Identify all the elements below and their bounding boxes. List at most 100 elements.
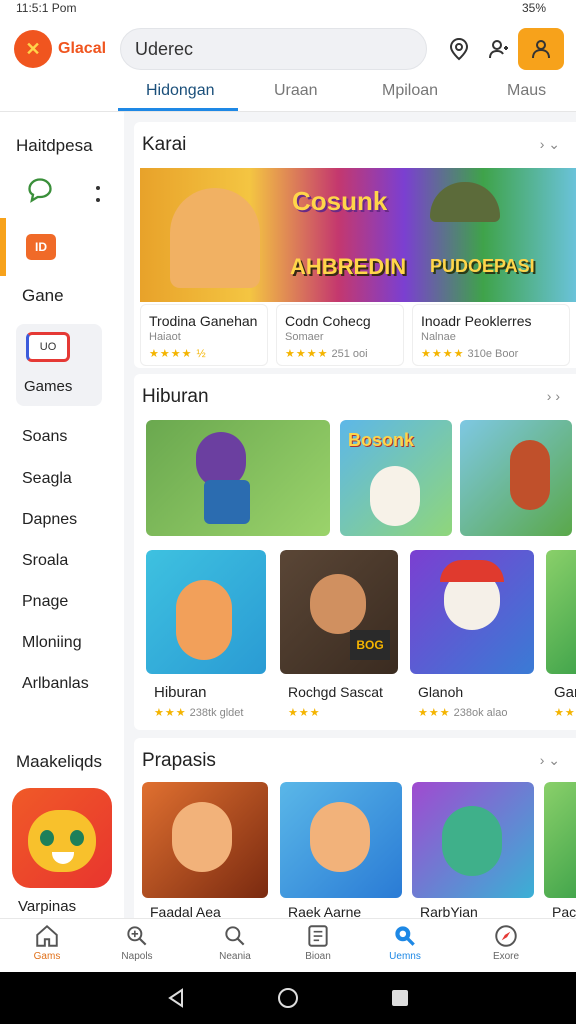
app-logo-icon[interactable]: ✕ bbox=[14, 30, 52, 68]
card-rating: 251 ooi bbox=[331, 348, 368, 360]
section-more-icon[interactable]: › ⌄ bbox=[540, 752, 560, 769]
sidebar-item-mloniing[interactable]: Mloniing bbox=[22, 634, 82, 652]
game-card[interactable]: Faadal Aea bbox=[142, 782, 268, 920]
back-icon[interactable] bbox=[164, 986, 188, 1010]
nav-label: Bioan bbox=[305, 951, 331, 962]
card-subtitle: Haiaot bbox=[149, 331, 181, 343]
recents-icon[interactable] bbox=[388, 986, 412, 1010]
card-stars: ★★★ bbox=[418, 707, 451, 719]
nav-label: Neania bbox=[219, 951, 251, 962]
battery-level: 35% bbox=[521, 1, 546, 15]
game-card[interactable]: Pac bbox=[544, 782, 576, 920]
game-card[interactable]: RarbYian bbox=[412, 782, 534, 920]
cat-app-icon[interactable] bbox=[12, 788, 112, 888]
tab-hidongan[interactable]: Hidongan bbox=[146, 82, 215, 100]
sidebar-item-pnage[interactable]: Pnage bbox=[22, 593, 68, 611]
section-more-icon[interactable]: › › bbox=[547, 388, 560, 404]
app-logo-text: Glacal bbox=[58, 40, 107, 57]
nav-label: Napols bbox=[121, 951, 153, 962]
sidebar-active-indicator bbox=[0, 218, 6, 276]
gamepad-icon bbox=[127, 926, 147, 946]
section-prapasis: Prapasis › ⌄ Faadal Aea Raek Aarne RarbY… bbox=[134, 738, 576, 920]
game-card[interactable]: Gar ★★ bbox=[546, 550, 576, 726]
tab-mpiloan[interactable]: Mpiloan bbox=[382, 82, 438, 100]
game-app-icon[interactable]: ID bbox=[26, 234, 56, 260]
game-thumb[interactable] bbox=[146, 420, 330, 536]
nav-label: Gams bbox=[33, 951, 61, 962]
section-title: Karai bbox=[142, 134, 187, 155]
nav-neania[interactable]: Neania bbox=[200, 923, 270, 962]
games-logo-icon: UO bbox=[26, 332, 70, 362]
card-rating: ★★★★ ½ bbox=[149, 348, 207, 360]
section-hiburan: Hiburan › › Bosonk Hiburan ★★★ 238tk gld… bbox=[134, 374, 576, 730]
sidebar-item-seagla[interactable]: Seagla bbox=[22, 470, 72, 488]
sidebar-item-sroala[interactable]: Sroala bbox=[22, 552, 68, 570]
explore-icon bbox=[495, 925, 517, 947]
nav-exore[interactable]: Exore bbox=[471, 923, 541, 962]
thumb-title: Bosonk bbox=[348, 430, 415, 450]
sidebar-item-game[interactable]: Gane bbox=[22, 286, 64, 306]
section-title: Prapasis bbox=[142, 750, 216, 771]
section-more-icon[interactable]: › ⌄ bbox=[540, 136, 560, 153]
card-stars: ★★★★ bbox=[285, 348, 329, 360]
card-title: Trodina Ganehan bbox=[149, 313, 258, 329]
location-icon[interactable] bbox=[444, 34, 474, 64]
card-title: Rochgd Sascat bbox=[288, 684, 383, 700]
card-rating: 238tk gldet bbox=[189, 707, 244, 719]
game-card[interactable]: Trodina Ganehan Haiaot ★★★★ ½ bbox=[140, 304, 268, 366]
sidebar-item-arlbanlas[interactable]: Arlbanlas bbox=[22, 675, 89, 693]
card-title: Gar bbox=[554, 684, 576, 701]
game-card[interactable]: BOG Rochgd Sascat ★★★ bbox=[280, 550, 398, 726]
status-time: 11:5:1 Pom bbox=[16, 1, 77, 15]
game-card[interactable]: Codn Cohecg Somaer ★★★★ 251 ooi bbox=[276, 304, 404, 366]
character-1-icon bbox=[170, 188, 260, 288]
category-tabs: Hidongan Uraan Mpiloan Maus bbox=[0, 74, 576, 112]
helmet-icon bbox=[430, 182, 500, 222]
chat-icon[interactable] bbox=[26, 176, 54, 209]
card-stars: ★★★ bbox=[288, 707, 321, 719]
featured-banner[interactable]: Cosunk AHBREDIN PUDOEPASI bbox=[140, 168, 576, 302]
sidebar-games-card[interactable]: UO Games bbox=[16, 324, 102, 406]
card-title: Codn Cohecg bbox=[285, 313, 371, 329]
user-switch-icon[interactable] bbox=[484, 34, 514, 64]
card-stars: ★★ bbox=[554, 707, 576, 719]
nav-label: Exore bbox=[492, 951, 520, 962]
search-active-icon bbox=[395, 926, 415, 946]
home-icon bbox=[36, 924, 58, 947]
banner-title: Cosunk bbox=[292, 186, 388, 216]
system-navigation-bar bbox=[0, 972, 576, 1024]
game-thumb[interactable]: Bosonk bbox=[340, 420, 452, 536]
tab-uraan[interactable]: Uraan bbox=[274, 82, 318, 100]
banner-subtitle: AHBREDIN bbox=[290, 254, 407, 279]
game-card[interactable]: Glanoh ★★★ 238ok alao bbox=[410, 550, 534, 726]
nav-napols[interactable]: Napols bbox=[102, 923, 172, 962]
section-title: Hiburan bbox=[142, 386, 209, 407]
search-value: Uderec bbox=[135, 38, 194, 59]
status-bar: 11:5:1 Pom 35% bbox=[0, 0, 576, 18]
tab-maus[interactable]: Maus bbox=[507, 82, 546, 100]
app-header: ✕ Glacal Uderec bbox=[0, 22, 576, 80]
game-thumb[interactable] bbox=[460, 420, 572, 536]
nav-gams[interactable]: Gams bbox=[12, 923, 82, 962]
game-card[interactable]: Raek Aarne bbox=[280, 782, 402, 920]
banner-text-3: PUDOEPASI bbox=[430, 256, 535, 276]
card-title: Hiburan bbox=[154, 684, 207, 701]
card-stars: ★★★★ bbox=[421, 348, 465, 360]
nav-uemns[interactable]: Uemns bbox=[370, 923, 440, 962]
card-stars: ★★★ bbox=[154, 707, 187, 719]
nav-bioan[interactable]: Bioan bbox=[283, 923, 353, 962]
game-card[interactable]: Inoadr Peoklerres Nalnae ★★★★ 310e Boor bbox=[412, 304, 570, 366]
card-rating: 238ok alao bbox=[453, 707, 508, 719]
more-vert-icon[interactable] bbox=[94, 184, 102, 209]
sidebar-title: Haitdpesa bbox=[16, 136, 93, 155]
sidebar-item-soans[interactable]: Soans bbox=[22, 428, 67, 446]
card-subtitle: Somaer bbox=[285, 331, 324, 343]
home-circle-icon[interactable] bbox=[276, 986, 300, 1010]
news-icon bbox=[308, 925, 328, 947]
game-card[interactable]: Hiburan ★★★ 238tk gldet bbox=[146, 550, 266, 726]
sidebar-item-dapnes[interactable]: Dapnes bbox=[22, 511, 77, 529]
search-input[interactable]: Uderec bbox=[120, 28, 427, 70]
account-button[interactable] bbox=[518, 28, 564, 70]
sidebar-bottom-card-label: Varpinas bbox=[18, 898, 77, 915]
sidebar-bottom-title: Maakeliqds bbox=[16, 752, 102, 771]
